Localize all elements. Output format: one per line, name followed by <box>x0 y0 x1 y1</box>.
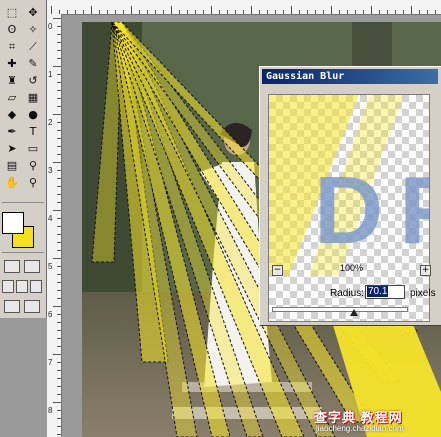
radius-units: pixels <box>410 288 436 299</box>
vertical-ruler: 0 1 2 3 4 5 6 7 8 <box>47 14 62 437</box>
brush-tool-icon[interactable]: ✎ <box>25 57 41 71</box>
ruler-label: 4 <box>48 214 53 223</box>
move-tool-icon[interactable]: ✥ <box>25 6 41 20</box>
notes-tool-icon[interactable]: ▤ <box>4 159 20 173</box>
pen-tool-icon[interactable]: ✒ <box>4 125 20 139</box>
ruler-label: 3 <box>48 166 53 175</box>
dialog-title[interactable]: Gaussian Blur <box>262 69 438 84</box>
radius-slider-track[interactable] <box>272 307 408 312</box>
toolbox-divider <box>2 202 44 203</box>
site-watermark: 查字典 教程网 jiaocheng.chazidian.com <box>300 407 436 435</box>
ruler-label: 5 <box>48 262 53 271</box>
zoom-in-button[interactable]: + <box>420 265 431 276</box>
ruler-label: 0 <box>48 22 53 31</box>
ruler-label: 6 <box>48 310 53 319</box>
screen-mode-standard-button[interactable] <box>2 280 14 293</box>
ruler-label: 2 <box>48 118 53 127</box>
preview-letter-d: D <box>314 157 383 264</box>
preview-letter-f: F <box>399 157 429 264</box>
eyedropper-tool-icon[interactable]: ⚲ <box>25 159 41 173</box>
ruler-label: 7 <box>48 358 53 367</box>
lasso-tool-icon[interactable]: ʘ <box>4 23 20 37</box>
screen-mode-full-button[interactable] <box>30 280 42 293</box>
radius-slider-thumb[interactable] <box>349 309 358 316</box>
foreground-color-swatch[interactable] <box>2 212 24 234</box>
radius-input[interactable]: 70.1 <box>365 285 405 299</box>
quick-mask-mode-button[interactable] <box>24 260 40 273</box>
crop-tool-icon[interactable]: ⌗ <box>4 40 20 54</box>
screen-mode-full-menu-button[interactable] <box>16 280 28 293</box>
hand-tool-icon[interactable]: ✋ <box>4 176 20 190</box>
clone-stamp-tool-icon[interactable]: ♜ <box>4 74 20 88</box>
toolbox-divider <box>2 252 44 253</box>
zoom-out-button[interactable]: − <box>272 265 283 276</box>
eraser-tool-icon[interactable]: ▱ <box>4 91 20 105</box>
jump-to-imageready-button[interactable] <box>4 300 20 313</box>
zoom-tool-icon[interactable]: ⚲ <box>25 176 41 190</box>
gaussian-blur-dialog[interactable]: Gaussian Blur D F − 100% + Radius: 70.1 … <box>259 66 441 326</box>
toolbox-panel: ⬚ ✥ ʘ ✧ ⌗ ⟋ ✚ ✎ ♜ ↺ ▱ ▦ ◆ ● ✒ T ➤ ▭ ▤ ⚲ ✋ ⚲ <box>0 0 47 318</box>
zoom-level: 100% <box>340 263 364 273</box>
ruler-label: 1 <box>48 70 53 79</box>
jump-to-imageready-icon[interactable] <box>24 300 40 313</box>
type-tool-icon[interactable]: T <box>25 125 41 139</box>
radius-value[interactable]: 70.1 <box>367 286 389 297</box>
gradient-tool-icon[interactable]: ▦ <box>25 91 41 105</box>
watermark-url: jiaocheng.chazidian.com <box>316 424 404 433</box>
healing-brush-tool-icon[interactable]: ✚ <box>4 57 20 71</box>
standard-mode-button[interactable] <box>4 260 20 273</box>
history-brush-tool-icon[interactable]: ↺ <box>25 74 41 88</box>
horizontal-ruler <box>47 0 441 15</box>
marquee-tool-icon[interactable]: ⬚ <box>4 6 20 20</box>
radius-label: Radius: <box>330 288 364 299</box>
magic-wand-tool-icon[interactable]: ✧ <box>25 23 41 37</box>
dodge-tool-icon[interactable]: ● <box>25 108 41 122</box>
path-selection-tool-icon[interactable]: ➤ <box>4 142 20 156</box>
slice-tool-icon[interactable]: ⟋ <box>25 40 41 54</box>
blur-tool-icon[interactable]: ◆ <box>4 108 20 122</box>
ruler-label: 8 <box>48 406 53 415</box>
shape-tool-icon[interactable]: ▭ <box>25 142 41 156</box>
